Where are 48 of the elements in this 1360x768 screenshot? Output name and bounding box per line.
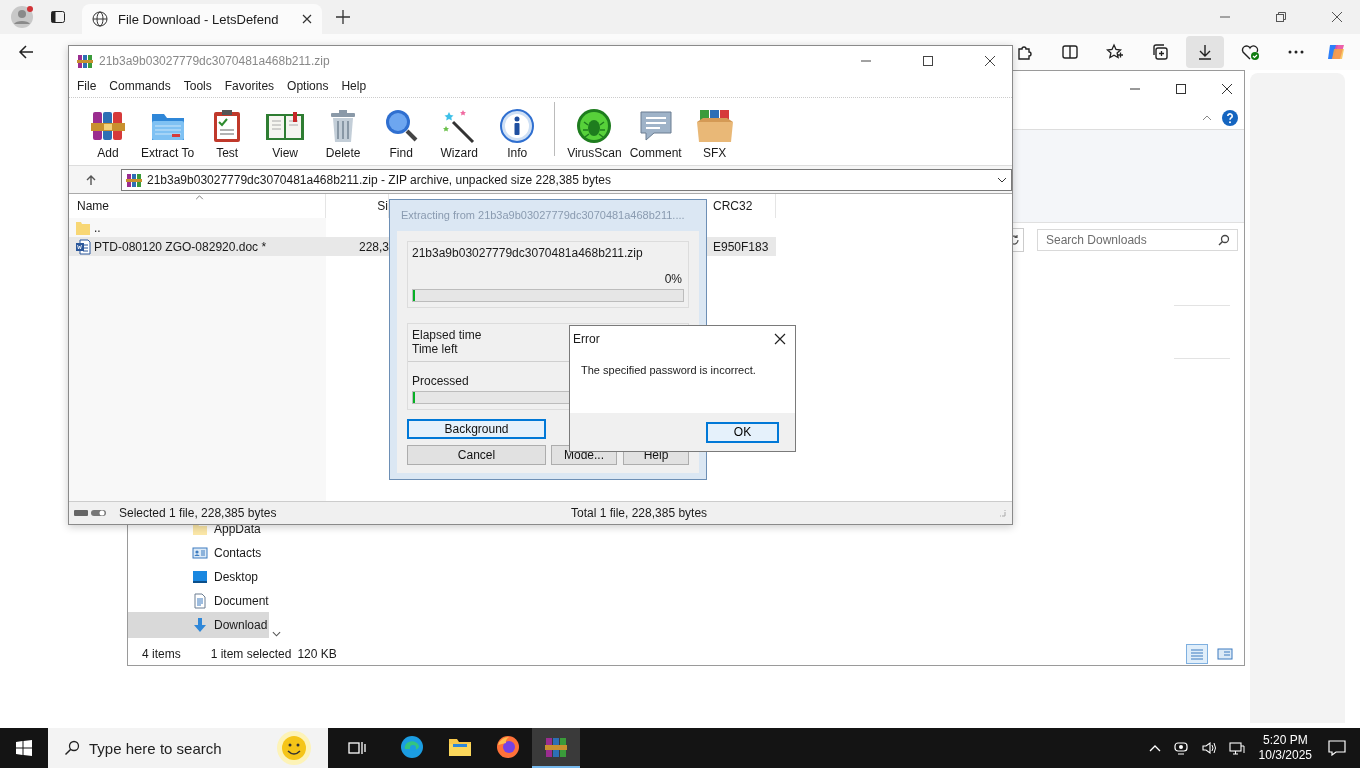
menu-item[interactable]: Help [341, 79, 367, 93]
time-left-label: Time left [412, 342, 458, 356]
toolbar-button[interactable]: Comment [627, 108, 684, 160]
toolbar-button[interactable]: Extract To [139, 108, 197, 160]
toolbar-button[interactable]: Delete [316, 108, 371, 160]
file-size: 228,3 [358, 239, 389, 254]
nav-item[interactable]: Desktop [128, 569, 269, 585]
toolbar-button[interactable]: Test [200, 108, 255, 160]
search-input[interactable]: Type here to search [89, 739, 266, 757]
ok-button[interactable]: OK [706, 421, 779, 443]
toolbar-button[interactable]: View [258, 108, 313, 160]
toolbar-button[interactable]: SFX [687, 108, 742, 160]
toolbar-button[interactable]: Add [81, 108, 135, 160]
status-text: Total 1 file, 228,385 bytes [571, 506, 708, 520]
toolbar-button[interactable]: VirusScan [565, 108, 624, 160]
menu-item[interactable]: Options [287, 79, 329, 93]
file-name: PTD-080120 ZGO-082920.doc * [94, 239, 267, 254]
nav-item[interactable]: AppData [128, 521, 269, 537]
window-title: 21b3a9b03027779dc3070481a468b211.zip [99, 53, 330, 68]
menu-item[interactable]: Commands [109, 79, 171, 93]
elapsed-label: Elapsed time [412, 328, 482, 342]
toolbar-button[interactable]: Info [490, 108, 545, 160]
search-field[interactable]: Search Downloads [1037, 229, 1238, 251]
error-message: The specified password is incorrect. [581, 364, 756, 376]
item-count: 4 items [142, 647, 181, 661]
dialog-title: Error [573, 332, 600, 346]
status-text: Selected 1 file, 228,385 bytes [119, 506, 278, 520]
dialog-title: Extracting from 21b3a9b03027779dc3070481a468b211.... [400, 208, 686, 223]
processed-label: Processed [412, 374, 469, 388]
menu-item[interactable]: Tools [183, 79, 212, 93]
dialog-button[interactable]: Background [407, 419, 546, 439]
nav-item[interactable]: Document [128, 593, 269, 609]
toolbar-button[interactable]: Find [374, 108, 429, 160]
selection-size: 120 KB [297, 647, 337, 661]
path-field[interactable]: 21b3a9b03027779dc3070481a468b211.zip - ZIP archive, unpacked size 228,385 bytes [121, 168, 1012, 191]
menu-item[interactable]: File [77, 79, 97, 93]
file-name: .. [94, 220, 101, 235]
browser-tab[interactable]: File Download - LetsDefend [82, 4, 322, 34]
selection-count: 1 item selected [210, 647, 292, 661]
progress-percent: 0% [664, 272, 682, 286]
taskbar-search-bar[interactable]: Type here to search [48, 728, 328, 768]
crc-value: E950F183 [713, 239, 769, 254]
dialog-button[interactable]: Cancel [407, 445, 546, 465]
clock[interactable]: 5:20 PM 10/3/2025 [1258, 733, 1312, 763]
archive-name: 21b3a9b03027779dc3070481a468b211.zip [412, 246, 644, 262]
nav-item[interactable]: Contacts [128, 545, 269, 561]
toolbar-button[interactable]: Wizard [432, 108, 487, 160]
menu-item[interactable]: Favorites [224, 79, 275, 93]
